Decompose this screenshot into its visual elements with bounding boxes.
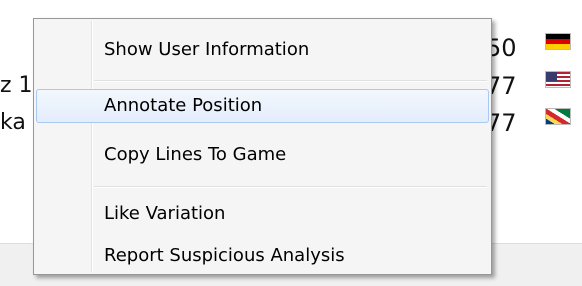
menu-item-copy-lines-to-game[interactable]: Copy Lines To Game [36,138,489,172]
player-name-fragment: z 1 [0,73,33,98]
menu-item-show-user-information[interactable]: Show User Information [36,33,489,67]
menu-item-label: Report Suspicious Analysis [104,245,345,266]
germany-flag-icon [545,33,571,50]
seychelles-flag-icon [545,108,571,125]
menu-item-annotate-position[interactable]: Annotate Position [36,89,489,123]
menu-item-report-suspicious-analysis[interactable]: Report Suspicious Analysis [36,239,489,273]
menu-item-label: Copy Lines To Game [104,144,287,165]
menu-separator [94,186,487,188]
usa-flag-icon [545,71,571,88]
menu-item-label: Like Variation [104,203,226,224]
context-menu: Show User Information Annotate Position … [33,18,492,275]
menu-item-label: Show User Information [104,39,310,60]
menu-separator [94,80,487,82]
menu-item-label: Annotate Position [104,95,263,116]
player-name-fragment: ka [0,110,26,135]
menu-item-like-variation[interactable]: Like Variation [36,197,489,231]
